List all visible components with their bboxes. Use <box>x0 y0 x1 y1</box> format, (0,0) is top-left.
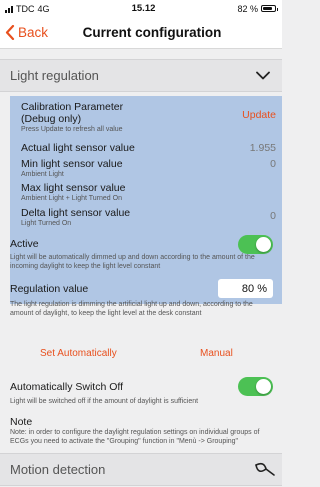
min-sensor-row: Min light sensor value Ambient Light 0 <box>10 158 276 180</box>
status-right: 82 % <box>237 3 278 14</box>
active-row: Active Light will be automatically dimme… <box>10 235 276 273</box>
back-label: Back <box>18 25 49 40</box>
regulation-value-input[interactable]: 80 % <box>218 279 273 298</box>
motion-detection-header[interactable]: Motion detection <box>0 453 282 486</box>
calibration-sublabel: (Debug only) <box>21 113 82 125</box>
regulation-description: The light regulation is dimming the arti… <box>10 301 253 317</box>
battery-percent: 82 % <box>237 3 258 14</box>
network-type: 4G <box>37 3 50 14</box>
actual-sensor-label: Actual light sensor value <box>21 142 135 154</box>
carrier: TDC <box>16 3 35 14</box>
signal-icon <box>5 5 13 13</box>
actual-sensor-value: 1.955 <box>249 142 276 154</box>
min-sensor-label: Min light sensor value <box>21 158 123 170</box>
active-label: Active <box>10 238 39 250</box>
calibration-label: Calibration Parameter <box>21 101 124 113</box>
auto-switch-off-description: Light will be switched off if the amount… <box>10 398 199 405</box>
delta-sensor-sub: Light Turned On <box>21 220 72 227</box>
delta-sensor-value: 0 <box>270 210 276 222</box>
auto-switch-off-label: Automatically Switch Off <box>10 381 124 393</box>
min-sensor-sub: Ambient Light <box>21 171 64 178</box>
active-description: Light will be automatically dimmed up an… <box>10 254 255 270</box>
battery-icon <box>261 5 278 12</box>
delta-sensor-label: Delta light sensor value <box>21 207 131 219</box>
min-sensor-value: 0 <box>270 158 276 170</box>
back-button[interactable]: Back <box>0 25 48 40</box>
chevron-down-icon <box>256 71 270 80</box>
light-regulation-header[interactable]: Light regulation <box>0 59 282 92</box>
update-button[interactable]: Update <box>242 109 276 121</box>
chevron-right-icon <box>255 462 275 476</box>
manual-button[interactable]: Manual <box>200 348 233 359</box>
status-time: 15.12 <box>131 3 156 14</box>
max-sensor-label: Max light sensor value <box>21 182 126 194</box>
delta-sensor-row: Delta light sensor value Light Turned On… <box>10 207 276 229</box>
configuration-content: Light regulation Calibration Parameter (… <box>0 49 282 487</box>
navigation-bar: Back Current configuration <box>0 17 282 49</box>
motion-detection-title: Motion detection <box>10 462 106 477</box>
actual-sensor-row: Actual light sensor value 1.955 <box>10 142 276 156</box>
calibration-hint: Press Update to refresh all value <box>21 126 123 133</box>
active-toggle[interactable] <box>238 235 273 254</box>
auto-switch-off-row: Automatically Switch Off Light will be s… <box>10 377 276 407</box>
max-sensor-row: Max light sensor value Ambient Light + L… <box>10 182 276 204</box>
set-automatically-button[interactable]: Set Automatically <box>40 348 117 359</box>
note-text: Note: in order to configure the daylight… <box>10 429 260 445</box>
battery-level <box>263 7 273 10</box>
status-left: TDC 4G <box>5 4 50 14</box>
light-regulation-title: Light regulation <box>10 68 99 83</box>
auto-switch-off-toggle[interactable] <box>238 377 273 396</box>
status-bar: TDC 4G 15.12 82 % <box>0 0 282 17</box>
note-row: Note Note: in order to configure the day… <box>10 416 276 452</box>
chevron-left-icon <box>5 25 15 40</box>
max-sensor-sub: Ambient Light + Light Turned On <box>21 195 122 202</box>
note-title: Note <box>10 416 33 428</box>
calibration-row: Calibration Parameter (Debug only) Press… <box>10 101 276 141</box>
regulation-row: Regulation value The light regulation is… <box>10 279 276 325</box>
